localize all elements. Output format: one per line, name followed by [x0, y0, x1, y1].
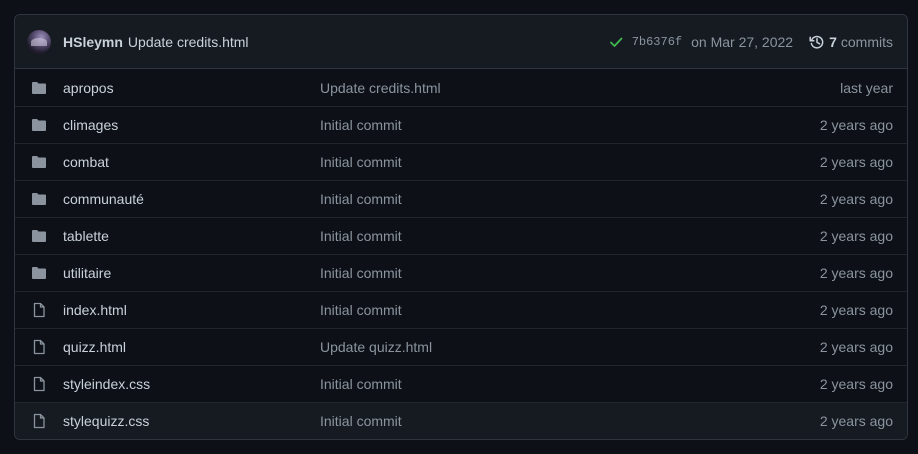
file-age: 2 years ago [819, 154, 893, 170]
latest-commit-header: HSleymn Update credits.html 7b6376f on M… [15, 15, 907, 69]
file-commit-message[interactable]: Initial commit [320, 413, 820, 429]
file-name[interactable]: apropos [63, 80, 320, 96]
file-age: 2 years ago [819, 228, 893, 244]
file-age: 2 years ago [819, 117, 893, 133]
folder-icon [31, 228, 47, 244]
commit-author[interactable]: HSleymn [63, 34, 123, 50]
file-age: 2 years ago [819, 376, 893, 392]
file-commit-message[interactable]: Initial commit [320, 376, 820, 392]
file-commit-message[interactable]: Initial commit [320, 191, 820, 207]
commit-message[interactable]: Update credits.html [128, 34, 249, 50]
file-commit-message[interactable]: Initial commit [320, 302, 820, 318]
file-commit-message[interactable]: Update quizz.html [320, 339, 820, 355]
file-name[interactable]: stylequizz.css [63, 413, 320, 429]
commit-date[interactable]: on Mar 27, 2022 [691, 34, 793, 50]
folder-icon [31, 154, 47, 170]
file-age: 2 years ago [819, 265, 893, 281]
file-row: climages Initial commit 2 years ago [15, 106, 907, 143]
commit-details: 7b6376f on Mar 27, 2022 7 commits [608, 34, 893, 50]
commits-label: commits [840, 33, 893, 50]
file-age: 2 years ago [819, 413, 893, 429]
file-name[interactable]: quizz.html [63, 339, 320, 355]
file-icon [31, 339, 47, 355]
folder-icon [31, 191, 47, 207]
file-age: 2 years ago [819, 339, 893, 355]
commit-sha[interactable]: 7b6376f [632, 35, 682, 49]
commits-link[interactable]: 7 commits [809, 34, 893, 50]
file-commit-message[interactable]: Initial commit [320, 117, 820, 133]
file-row: index.html Initial commit 2 years ago [15, 291, 907, 328]
file-row: styleindex.css Initial commit 2 years ag… [15, 365, 907, 402]
folder-icon [31, 265, 47, 281]
history-icon [809, 35, 824, 49]
file-row: quizz.html Update quizz.html 2 years ago [15, 328, 907, 365]
commit-count: 7 [829, 33, 837, 50]
file-icon [31, 413, 47, 429]
file-name[interactable]: index.html [63, 302, 320, 318]
file-row: stylequizz.css Initial commit 2 years ag… [15, 402, 907, 439]
file-row: communauté Initial commit 2 years ago [15, 180, 907, 217]
file-name[interactable]: tablette [63, 228, 320, 244]
file-age: 2 years ago [819, 191, 893, 207]
avatar[interactable] [27, 29, 51, 54]
file-commit-message[interactable]: Initial commit [320, 154, 820, 170]
file-name[interactable]: utilitaire [63, 265, 320, 281]
file-name[interactable]: combat [63, 154, 320, 170]
file-row: utilitaire Initial commit 2 years ago [15, 254, 907, 291]
file-list: apropos Update credits.html last year cl… [15, 69, 907, 439]
file-row: tablette Initial commit 2 years ago [15, 217, 907, 254]
file-name[interactable]: climages [63, 117, 320, 133]
file-icon [31, 302, 47, 318]
file-row: apropos Update credits.html last year [15, 69, 907, 106]
file-name[interactable]: communauté [63, 191, 320, 207]
file-age: 2 years ago [819, 302, 893, 318]
file-commit-message[interactable]: Update credits.html [320, 80, 840, 96]
file-name[interactable]: styleindex.css [63, 376, 320, 392]
file-age: last year [840, 79, 893, 96]
file-row: combat Initial commit 2 years ago [15, 143, 907, 180]
folder-icon [31, 117, 47, 133]
file-browser: HSleymn Update credits.html 7b6376f on M… [14, 14, 908, 440]
file-commit-message[interactable]: Initial commit [320, 228, 820, 244]
file-commit-message[interactable]: Initial commit [320, 265, 820, 281]
check-icon[interactable] [608, 34, 624, 50]
folder-icon [31, 80, 47, 96]
file-icon [31, 376, 47, 392]
